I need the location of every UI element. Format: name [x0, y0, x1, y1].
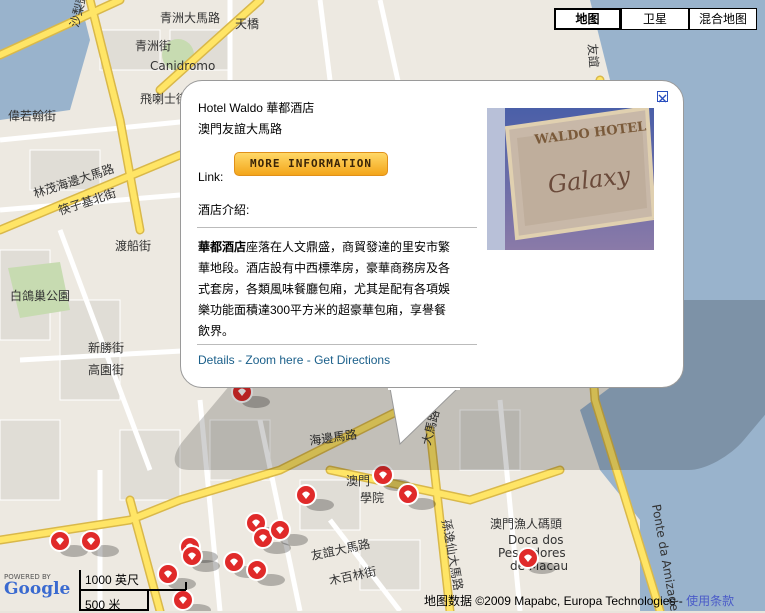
more-information-button[interactable]: MORE INFORMATION	[234, 152, 388, 176]
map-label: 青洲街	[135, 39, 171, 53]
divider	[197, 344, 477, 345]
map-label: 學院	[360, 491, 384, 505]
scale-label-meters: 500 米	[85, 598, 121, 612]
close-icon[interactable]	[657, 91, 668, 103]
map-label: 友誼	[585, 43, 602, 68]
hotel-address: 澳門友誼大馬路	[198, 122, 283, 136]
description-bold: 華都酒店	[198, 240, 247, 254]
map-type-button-hybrid[interactable]: 混合地图	[689, 8, 757, 30]
map-type-button-satellite[interactable]: 卫星	[621, 8, 689, 30]
map-type-button-map[interactable]: 地图	[554, 8, 621, 30]
map-label: Doca dos	[508, 533, 564, 547]
description-line: 式套房，各類風味餐廳包廂，尤其是配有各項娛	[198, 282, 451, 296]
map-label: 澳門	[346, 474, 370, 488]
hotel-photo: WALDO HOTEL Galaxy	[487, 108, 654, 250]
link-separator: -	[303, 353, 315, 367]
hotel-description: 華都酒店座落在人文鼎盛，商貿發達的里安市繁 華地段。酒店設有中西標準房，豪華商務…	[198, 237, 480, 342]
hotel-name: Hotel Waldo 華都酒店	[198, 101, 315, 115]
zoom-here-link[interactable]: Zoom here	[245, 353, 303, 367]
copyright-text: 地图数据 ©2009 Mapabc, Europa Technologies -…	[424, 592, 734, 609]
map-label: 澳門漁人碼頭	[490, 517, 562, 531]
info-window-footer: Details - Zoom here - Get Directions	[198, 353, 390, 367]
description-line: 樂功能面積達300平方米的超豪華包廂，享譽餐	[198, 303, 447, 317]
map-label: 青洲大馬路	[160, 10, 220, 25]
link-label: Link:	[198, 170, 224, 184]
terms-of-use-link[interactable]: 使用条款	[686, 594, 734, 608]
description-line: 座落在人文鼎盛，商貿發達的里安市繁	[246, 240, 451, 254]
map-label: 偉若翰街	[8, 108, 56, 123]
google-logo-text: Google	[4, 579, 71, 599]
details-link[interactable]: Details	[198, 353, 235, 367]
get-directions-link[interactable]: Get Directions	[314, 353, 390, 367]
copyright-data: 地图数据 ©2009 Mapabc, Europa Technologies -	[424, 594, 687, 608]
map-label: 新勝街	[88, 340, 124, 355]
google-logo[interactable]: POWERED BY Google	[4, 573, 70, 599]
map-label: Canidromo	[150, 59, 215, 73]
info-window-tail	[388, 386, 460, 446]
description-line: 飲界。	[198, 324, 235, 338]
divider	[197, 227, 477, 228]
map-label: 渡船街	[115, 238, 151, 253]
description-line: 華地段。酒店設有中西標準房，豪華商務房及各	[198, 261, 451, 275]
map-label: 白鴿巢公園	[10, 288, 70, 303]
intro-label: 酒店介紹:	[198, 203, 250, 217]
scale-label-feet: 1000 英尺	[85, 573, 140, 587]
link-separator: -	[234, 353, 246, 367]
map-label: 天橋	[235, 17, 259, 31]
map-label: 高園街	[88, 362, 124, 377]
